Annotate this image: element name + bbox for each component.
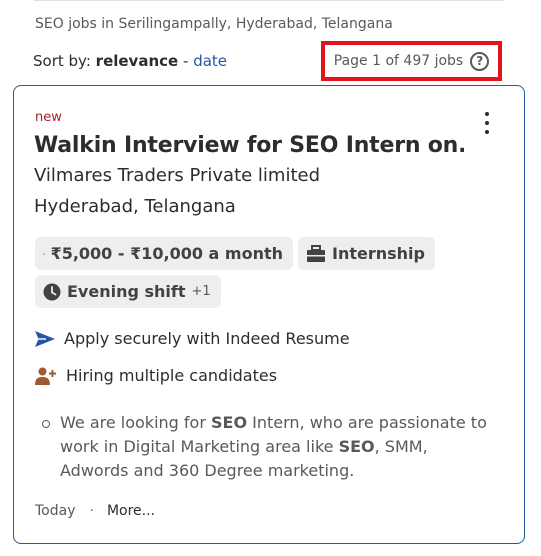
send-arrow-icon [35,330,55,347]
briefcase-icon [307,244,325,262]
sort-bar: Sort by: relevance - date [33,52,227,70]
shift-text: Evening shift [67,282,186,301]
salary-chip: ₹5,000 - ₹10,000 a month [35,237,293,270]
card-footer: Today · More... [35,503,155,519]
top-divider [34,0,504,1]
job-title[interactable]: Walkin Interview for SEO Intern on... [34,133,464,158]
shift-chip: Evening shift +1 [35,275,221,308]
snippet-keyword: SEO [338,437,375,456]
bullet-icon [42,420,50,428]
page-count-text: Page 1 of 497 jobs [333,53,464,69]
job-card[interactable]: new Walkin Interview for SEO Intern on..… [13,85,525,544]
job-type-chip: Internship [298,237,435,270]
salary-text: ₹5,000 - ₹10,000 a month [50,244,283,263]
help-icon[interactable]: ? [470,51,490,71]
search-location-line: SEO jobs in Serilingampally, Hyderabad, … [35,16,393,32]
job-location: Hyderabad, Telangana [34,196,236,217]
hiring-feature: Hiring multiple candidates [35,366,277,385]
posted-date: Today [35,503,76,519]
sort-relevance: relevance [95,52,179,70]
snippet-keyword: SEO [210,413,248,432]
page-count-box: Page 1 of 497 jobs ? [321,41,502,81]
more-link[interactable]: More... [107,503,155,519]
add-person-icon [35,367,56,385]
clock-icon [43,283,61,300]
sort-prefix: Sort by: [33,52,91,70]
kebab-menu-icon[interactable] [480,110,494,136]
job-snippet: We are looking for SEO Intern, who are p… [42,411,492,483]
snippet-text: We are looking for SEO Intern, who are p… [60,411,492,483]
snippet-part: We are looking for [60,413,211,432]
apply-text: Apply securely with Indeed Resume [64,329,350,348]
footer-separator: · [89,503,94,519]
money-icon [43,252,45,255]
sort-date-link[interactable]: date [193,52,227,70]
shift-extra-count: +1 [191,284,211,299]
hiring-text: Hiring multiple candidates [66,366,278,385]
sort-separator: - [182,52,189,70]
company-name: Vilmares Traders Private limited [34,165,321,186]
apply-feature: Apply securely with Indeed Resume [35,329,350,348]
new-badge: new [35,110,62,125]
job-type-text: Internship [332,244,425,263]
